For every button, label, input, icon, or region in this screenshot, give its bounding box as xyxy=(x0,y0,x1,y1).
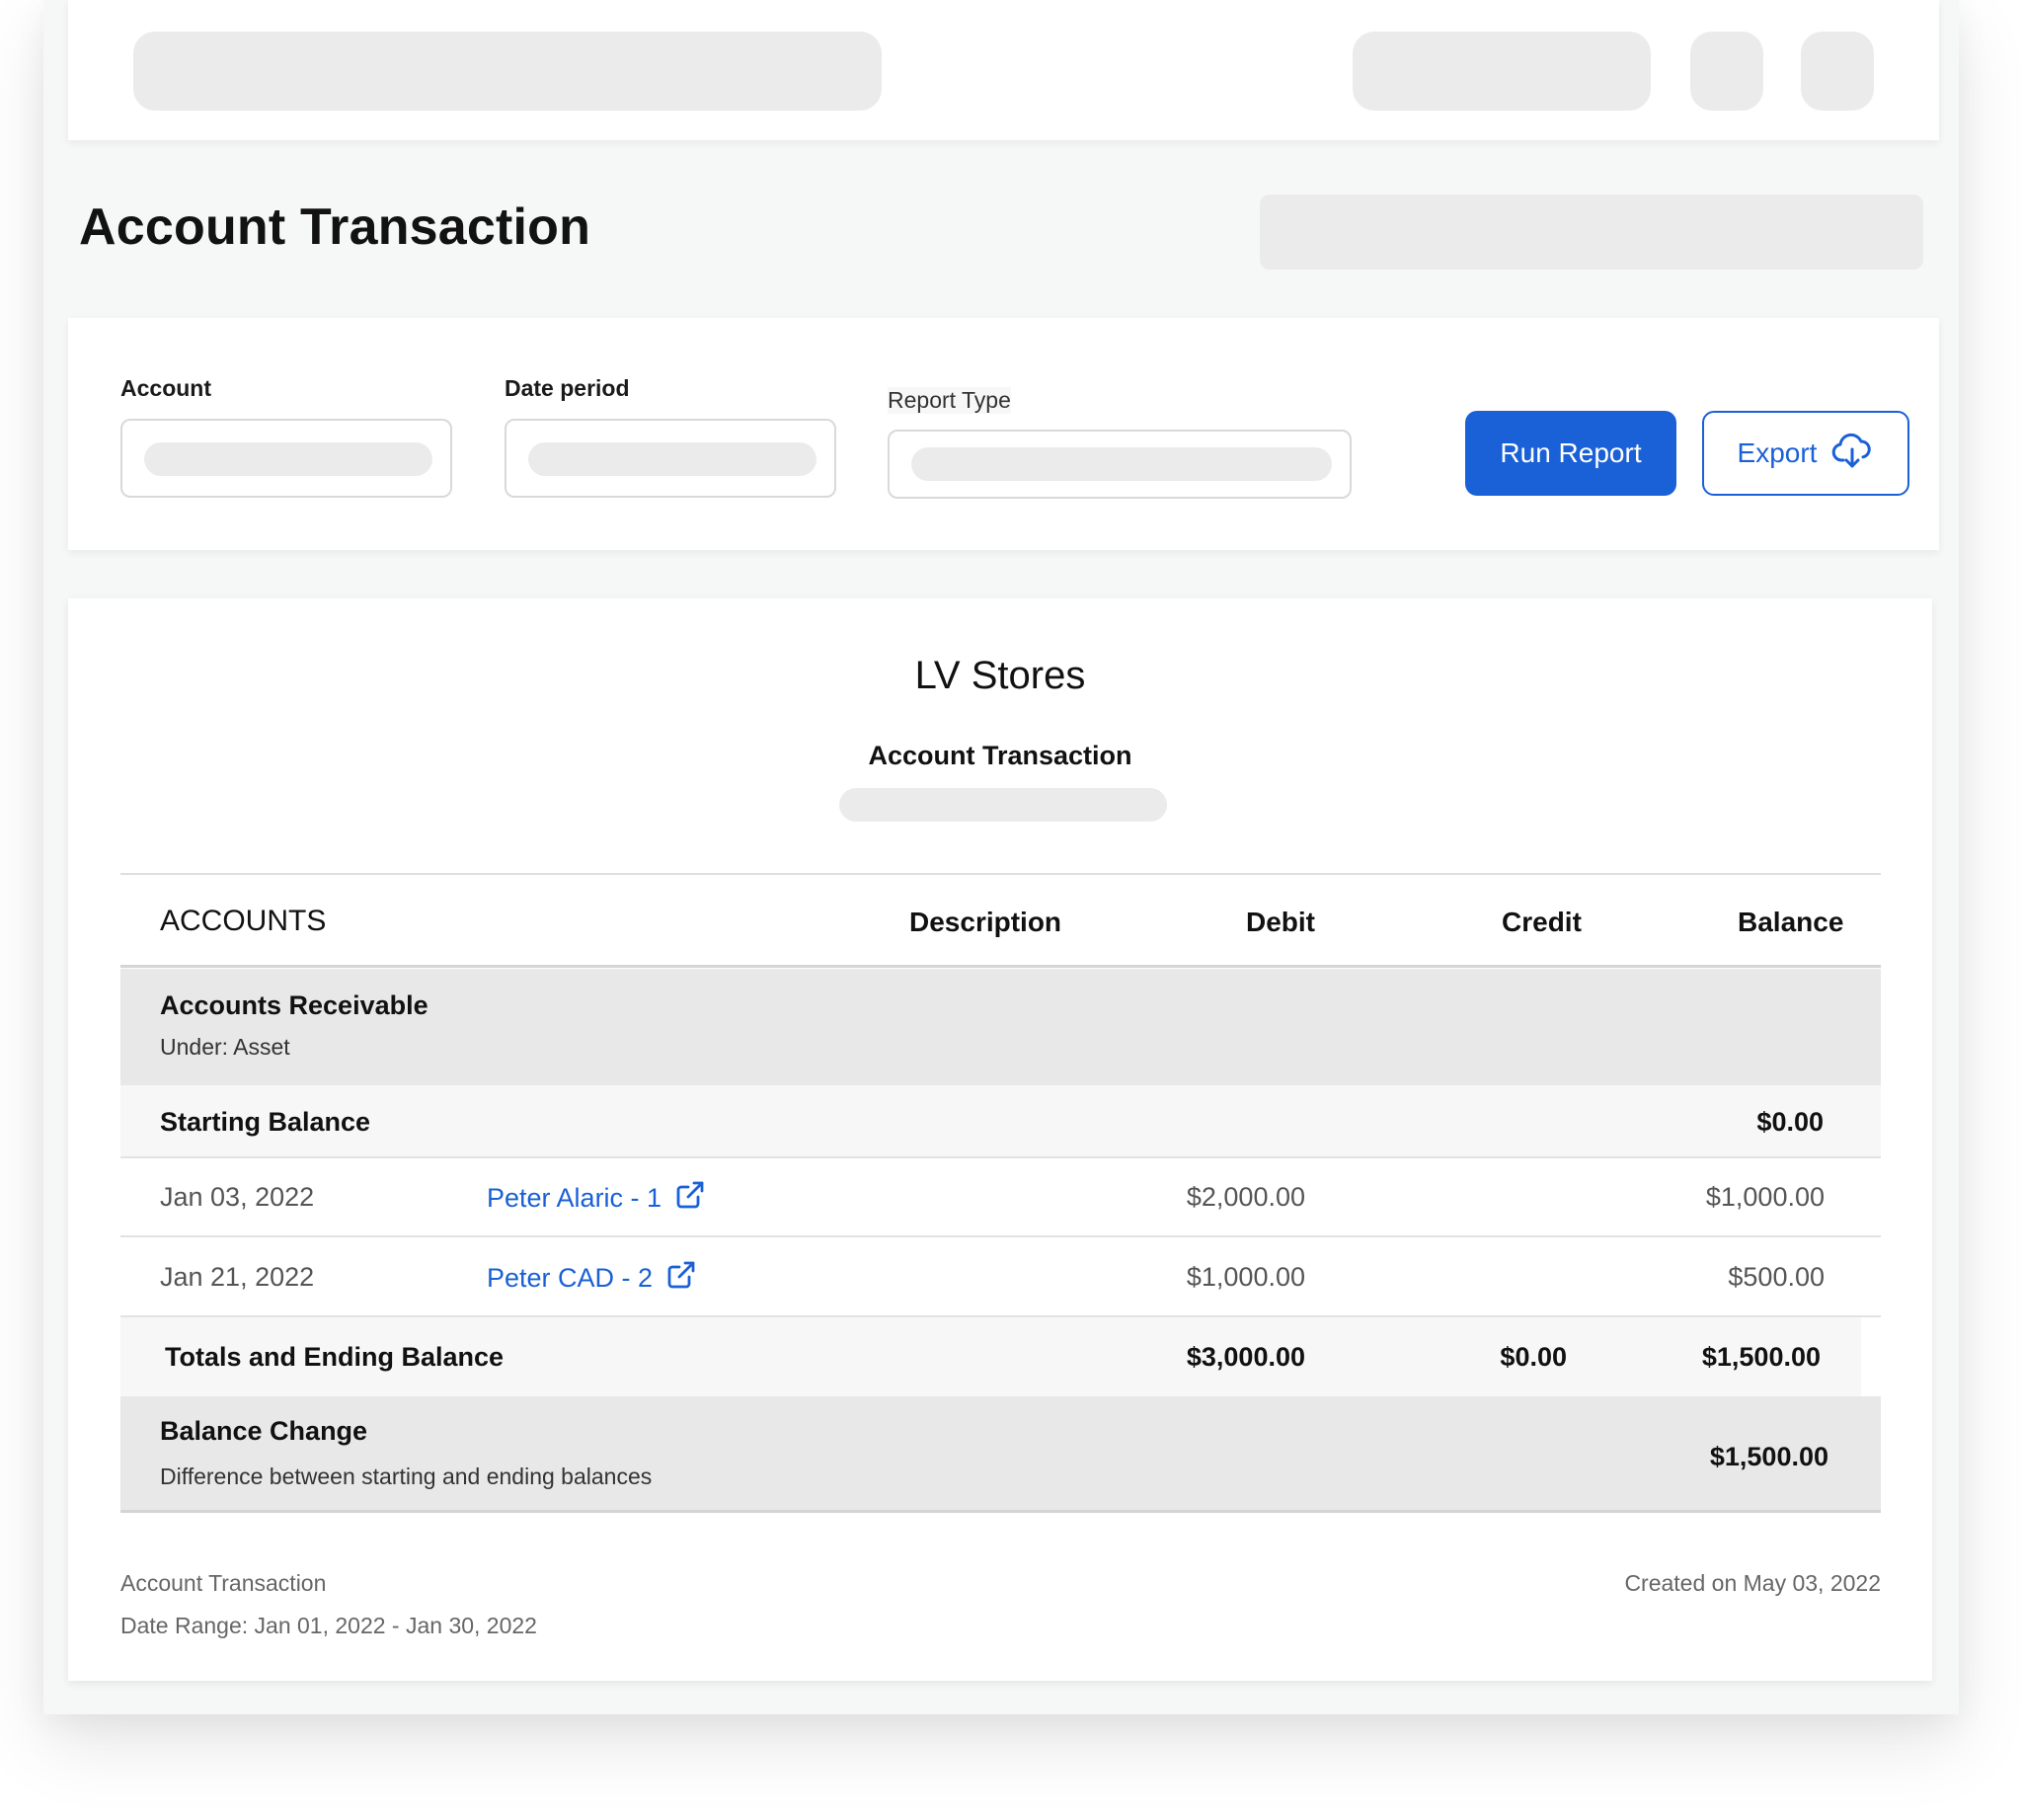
run-report-button[interactable]: Run Report xyxy=(1465,411,1676,496)
balance-change-sub: Difference between starting and ending b… xyxy=(160,1464,653,1489)
export-button[interactable]: Export xyxy=(1702,411,1909,496)
group-name: Accounts Receivable xyxy=(160,990,428,1020)
starting-balance-label: Starting Balance xyxy=(160,1107,371,1137)
date-period-label: Date period xyxy=(505,375,630,401)
topbar-icon-placeholder[interactable] xyxy=(1690,32,1763,111)
starting-balance-value: $0.00 xyxy=(1756,1107,1824,1137)
balance-change-value: $1,500.00 xyxy=(1709,1442,1828,1471)
transaction-link[interactable]: Peter Alaric - 1 xyxy=(487,1180,705,1217)
totals-credit: $0.00 xyxy=(1500,1342,1567,1372)
totals-balance: $1,500.00 xyxy=(1701,1342,1821,1372)
footer-report-name: Account Transaction xyxy=(120,1570,327,1596)
balance-change-row: Balance Change Difference between starti… xyxy=(120,1396,1881,1513)
transaction-debit: $2,000.00 xyxy=(1186,1182,1305,1212)
report-type-label: Report Type xyxy=(888,387,1011,414)
footer-date-range: Date Range: Jan 01, 2022 - Jan 30, 2022 xyxy=(120,1613,537,1638)
col-description: Description xyxy=(909,907,1062,937)
company-name: LV Stores xyxy=(914,654,1086,697)
col-credit: Credit xyxy=(1502,907,1582,937)
page-title: Account Transaction xyxy=(79,198,591,256)
external-link-icon xyxy=(675,1180,705,1217)
export-label: Export xyxy=(1737,437,1818,468)
account-select[interactable] xyxy=(120,419,452,498)
transaction-balance: $1,000.00 xyxy=(1705,1182,1825,1212)
transaction-date: Jan 03, 2022 xyxy=(160,1182,315,1212)
header-actions-placeholder xyxy=(1260,195,1923,270)
report-type-value-placeholder xyxy=(911,447,1332,481)
report-type-select[interactable] xyxy=(888,430,1352,499)
account-label: Account xyxy=(120,375,211,401)
group-row-accounts-receivable: Accounts Receivable Under: Asset xyxy=(120,969,1881,1085)
transaction-description: Peter CAD - 2 xyxy=(487,1263,654,1293)
transaction-debit: $1,000.00 xyxy=(1186,1262,1305,1292)
filter-panel: Account Date period Report Type Run Repo… xyxy=(68,318,1939,550)
date-period-select[interactable] xyxy=(505,419,836,498)
top-bar xyxy=(68,0,1939,140)
external-link-icon xyxy=(666,1260,696,1297)
report-subtitle: Account Transaction xyxy=(868,741,1132,770)
run-report-label: Run Report xyxy=(1500,437,1642,468)
topbar-action-placeholder[interactable] xyxy=(1353,32,1651,111)
totals-debit: $3,000.00 xyxy=(1186,1342,1305,1372)
group-under: Under: Asset xyxy=(160,1034,290,1060)
transaction-balance: $500.00 xyxy=(1728,1262,1825,1292)
table-row: Jan 03, 2022 Peter Alaric - 1 $2,000.00 … xyxy=(120,1158,1881,1237)
col-balance: Balance xyxy=(1738,907,1844,937)
transaction-link[interactable]: Peter CAD - 2 xyxy=(487,1260,696,1297)
balance-change-label: Balance Change xyxy=(160,1416,368,1446)
account-value-placeholder xyxy=(144,442,432,476)
date-period-value-placeholder xyxy=(528,442,817,476)
report-date-placeholder xyxy=(839,788,1167,822)
topbar-avatar-placeholder[interactable] xyxy=(1801,32,1874,111)
col-accounts: ACCOUNTS xyxy=(160,905,327,937)
table-row: Jan 21, 2022 Peter CAD - 2 $1,000.00 $50… xyxy=(120,1237,1881,1317)
report-panel: LV Stores Account Transaction ACCOUNTS D… xyxy=(68,598,1932,1681)
transaction-description: Peter Alaric - 1 xyxy=(487,1183,662,1213)
app-window: Account Transaction Account Date period … xyxy=(43,0,1959,1714)
col-debit: Debit xyxy=(1246,907,1315,937)
transaction-date: Jan 21, 2022 xyxy=(160,1262,315,1292)
starting-balance-row: Starting Balance $0.00 xyxy=(120,1085,1881,1158)
cloud-download-icon xyxy=(1830,432,1874,476)
table-header: ACCOUNTS Description Debit Credit Balanc… xyxy=(120,873,1881,968)
search-placeholder[interactable] xyxy=(133,32,882,111)
totals-row: Totals and Ending Balance $3,000.00 $0.0… xyxy=(120,1317,1861,1396)
footer-created-date: Created on May 03, 2022 xyxy=(1624,1570,1881,1596)
totals-label: Totals and Ending Balance xyxy=(165,1342,505,1372)
